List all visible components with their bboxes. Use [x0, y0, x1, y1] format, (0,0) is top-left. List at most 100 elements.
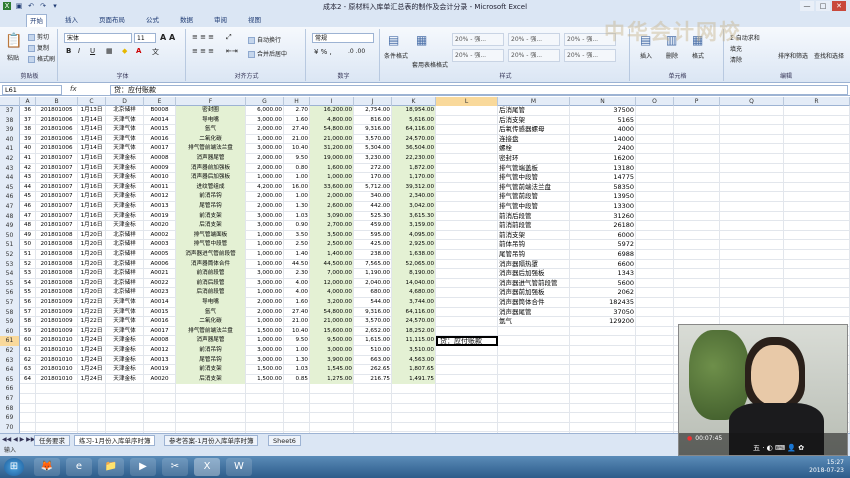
grid-cell[interactable]: 1.60: [284, 115, 310, 126]
column-header-E[interactable]: E: [144, 97, 176, 106]
grid-cell[interactable]: 氩气: [498, 317, 570, 327]
sheet-tab-task[interactable]: 任务要求: [34, 435, 70, 446]
grid-cell[interactable]: 61: [20, 346, 36, 356]
grid-cell[interactable]: [106, 403, 144, 414]
grid-cell[interactable]: 3,900.00: [310, 355, 354, 366]
grid-cell[interactable]: [310, 403, 354, 414]
grid-cell[interactable]: 1,000.00: [246, 240, 284, 250]
grid-cell[interactable]: 1,000.00: [246, 336, 284, 346]
grid-cell[interactable]: 16,200.00: [310, 106, 354, 116]
grid-cell[interactable]: [392, 394, 436, 404]
grid-cell[interactable]: 21,000.00: [310, 134, 354, 145]
grid-cell[interactable]: 3,230.00: [354, 154, 392, 164]
column-header-C[interactable]: C: [78, 97, 106, 106]
grid-cell[interactable]: 1,500.00: [246, 365, 284, 375]
grid-cell[interactable]: 天津金标: [106, 221, 144, 231]
media-icon[interactable]: ▶: [130, 458, 156, 476]
grid-cell[interactable]: [284, 422, 310, 433]
grid-cell[interactable]: 5,304.00: [354, 144, 392, 154]
grid-cell[interactable]: 1,000.00: [246, 259, 284, 270]
grid-cell[interactable]: 9.50: [284, 336, 310, 346]
grid-cell[interactable]: 53: [20, 269, 36, 279]
column-header-D[interactable]: D: [106, 97, 144, 106]
grid-cell[interactable]: 1月20日: [78, 250, 106, 260]
grid-cell[interactable]: 前消支架: [176, 211, 246, 222]
grow-font-icon[interactable]: A A: [160, 33, 175, 42]
grid-cell[interactable]: 816.00: [354, 115, 392, 126]
grid-cell[interactable]: A0015: [144, 307, 176, 318]
grid-cell[interactable]: 1月22日: [78, 326, 106, 337]
grid-cell[interactable]: [106, 394, 144, 404]
grid-cell[interactable]: 3,570.00: [354, 134, 392, 145]
grid-cell[interactable]: A0010: [144, 173, 176, 183]
bold-button[interactable]: B: [66, 47, 71, 55]
table-format-icon[interactable]: ▦: [416, 33, 427, 47]
grid-cell[interactable]: 201801008: [36, 240, 78, 250]
grid-cell[interactable]: 3,000.00: [246, 115, 284, 126]
grid-cell[interactable]: 排气管中段管: [498, 173, 570, 183]
grid-cell[interactable]: [78, 384, 106, 394]
grid-cell[interactable]: 天津金标: [106, 365, 144, 375]
grid-cell[interactable]: [246, 422, 284, 433]
row-header[interactable]: 63: [0, 355, 20, 366]
grid-cell[interactable]: 201801010: [36, 336, 78, 346]
grid-cell[interactable]: 2,000.00: [246, 163, 284, 174]
grid-cell[interactable]: [636, 144, 674, 154]
grid-cell[interactable]: 26180: [570, 221, 636, 231]
row-header[interactable]: 45: [0, 182, 20, 193]
grid-cell[interactable]: 1月14日: [78, 144, 106, 154]
row-header[interactable]: 37: [0, 106, 20, 116]
grid-cell[interactable]: 10.40: [284, 326, 310, 337]
grid-cell[interactable]: 1,275.00: [310, 374, 354, 385]
grid-cell[interactable]: 6988: [570, 250, 636, 260]
grid-cell[interactable]: [392, 413, 436, 423]
grid-cell[interactable]: [436, 403, 498, 414]
grid-cell[interactable]: 2.30: [284, 269, 310, 279]
grid-cell[interactable]: [392, 384, 436, 394]
grid-cell[interactable]: [436, 134, 498, 145]
grid-cell[interactable]: 1,000.00: [246, 230, 284, 241]
grid-cell[interactable]: [392, 422, 436, 433]
grid-cell[interactable]: 2,000.00: [310, 192, 354, 202]
grid-cell[interactable]: 64: [20, 374, 36, 385]
font-name-select[interactable]: 宋体: [64, 33, 132, 43]
grid-cell[interactable]: [310, 394, 354, 404]
grid-cell[interactable]: 1,000.00: [246, 317, 284, 327]
grid-cell[interactable]: 2,754.00: [354, 106, 392, 116]
fill-color-icon[interactable]: ◆: [122, 47, 127, 55]
grid-cell[interactable]: 5,712.00: [354, 182, 392, 193]
grid-cell[interactable]: 前消前段管: [498, 221, 570, 231]
row-header[interactable]: 47: [0, 202, 20, 212]
grid-cell[interactable]: 5165: [570, 115, 636, 126]
cut-button[interactable]: 剪切: [28, 32, 49, 41]
grid-cell[interactable]: 4,200.00: [246, 182, 284, 193]
grid-cell[interactable]: 消声器后加强板: [176, 173, 246, 183]
grid-cell[interactable]: [674, 298, 720, 308]
grid-cell[interactable]: [436, 413, 498, 423]
grid-cell[interactable]: 5972: [570, 240, 636, 250]
grid-cell[interactable]: 1.00: [284, 192, 310, 202]
grid-cell[interactable]: 13300: [570, 202, 636, 212]
grid-cell[interactable]: A0021: [144, 269, 176, 279]
grid-cell[interactable]: A0011: [144, 182, 176, 193]
select-all-corner[interactable]: [0, 97, 20, 106]
grid-cell[interactable]: [20, 384, 36, 394]
grid-cell[interactable]: A0017: [144, 326, 176, 337]
row-header[interactable]: 52: [0, 250, 20, 260]
grid-cell[interactable]: 14775: [570, 173, 636, 183]
grid-cell[interactable]: [570, 355, 636, 366]
grid-cell[interactable]: A0002: [144, 230, 176, 241]
style-preset-1[interactable]: 20% - 强...: [452, 33, 504, 46]
grid-cell[interactable]: [310, 413, 354, 423]
grid-cell[interactable]: [176, 403, 246, 414]
grid-cell[interactable]: 14,040.00: [392, 278, 436, 289]
row-header[interactable]: 65: [0, 374, 20, 385]
grid-cell[interactable]: 1月22日: [78, 317, 106, 327]
grid-cell[interactable]: [674, 221, 720, 231]
sheet-tab-answer[interactable]: 参考答案-1月份入库单序时簿: [164, 435, 259, 446]
grid-cell[interactable]: [674, 202, 720, 212]
grid-cell[interactable]: 天津气体: [106, 134, 144, 145]
grid-cell[interactable]: 1343: [570, 269, 636, 279]
grid-cell[interactable]: 0.85: [284, 374, 310, 385]
grid-cell[interactable]: 4,000.00: [310, 288, 354, 298]
